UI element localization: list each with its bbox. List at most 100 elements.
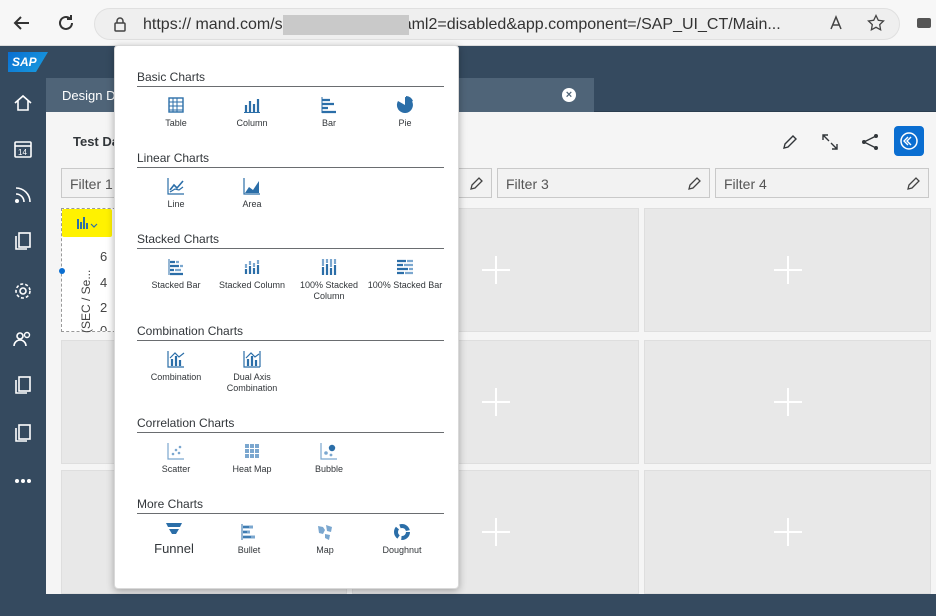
option-label: Stacked Bar xyxy=(151,280,201,290)
filter-3[interactable]: Filter 3 xyxy=(497,168,710,198)
full-stacked-bar-icon xyxy=(397,259,413,275)
section-title: Linear Charts xyxy=(137,151,210,165)
option-label: Table xyxy=(165,118,187,128)
filter-label: Filter 1 xyxy=(70,176,113,192)
chart-option-column[interactable]: Column xyxy=(212,96,292,129)
add-icon[interactable] xyxy=(773,388,802,416)
edit-pencil-icon[interactable] xyxy=(906,175,922,196)
bullet-chart-icon xyxy=(241,524,255,540)
close-icon[interactable]: × xyxy=(562,88,576,102)
users-icon[interactable] xyxy=(8,324,38,354)
empty-tile[interactable] xyxy=(644,340,931,464)
read-aloud-icon[interactable] xyxy=(824,9,852,37)
y-tick: 4 xyxy=(100,275,108,290)
chart-option-bullet[interactable]: Bullet xyxy=(209,523,289,556)
back-arrow-icon[interactable] xyxy=(8,9,36,37)
section-title: Correlation Charts xyxy=(137,416,235,430)
more-options-icon[interactable] xyxy=(8,466,38,496)
chart-option-scatter[interactable]: Scatter xyxy=(136,442,216,475)
feed-icon[interactable] xyxy=(8,180,38,210)
copy-icon[interactable] xyxy=(8,370,38,400)
chart-option-table[interactable]: Table xyxy=(136,96,216,129)
fullscreen-icon[interactable] xyxy=(816,128,844,156)
footer-bar xyxy=(0,594,936,616)
filter-label: Filter 4 xyxy=(724,176,767,192)
pie-chart-icon xyxy=(396,96,413,113)
chart-option-100-stacked-column[interactable]: 100% Stacked Column xyxy=(289,258,369,302)
chart-option-bubble[interactable]: Bubble xyxy=(289,442,369,475)
refresh-icon[interactable] xyxy=(52,9,80,37)
chart-option-stacked-column[interactable]: Stacked Column xyxy=(212,258,292,291)
add-icon[interactable] xyxy=(481,388,510,416)
option-label: Funnel xyxy=(154,541,194,556)
extension-icon[interactable] xyxy=(912,9,936,37)
section-title: Stacked Charts xyxy=(137,232,220,246)
edit-pencil-icon[interactable] xyxy=(687,175,703,196)
full-stacked-column-icon xyxy=(321,259,337,275)
dual-axis-combination-icon xyxy=(243,351,261,368)
divider xyxy=(137,513,444,514)
edit-pencil-icon[interactable] xyxy=(469,175,485,196)
chart-type-button[interactable] xyxy=(62,209,112,237)
chart-option-100-stacked-bar[interactable]: 100% Stacked Bar xyxy=(365,258,445,291)
filter-4[interactable]: Filter 4 xyxy=(715,168,929,198)
browser-toolbar: https:// mand.com/sap/ap/ui/clogin?saml2… xyxy=(0,0,936,46)
bar-chart-icon xyxy=(321,97,336,114)
chart-option-stacked-bar[interactable]: Stacked Bar xyxy=(136,258,216,291)
option-label: Dual Axis Combination xyxy=(226,372,278,393)
add-icon[interactable] xyxy=(481,518,510,546)
share-icon[interactable] xyxy=(856,128,884,156)
add-icon[interactable] xyxy=(773,256,802,284)
page-title: Test Da xyxy=(73,134,119,149)
calendar-icon[interactable]: 14 xyxy=(8,134,38,164)
address-bar[interactable]: https:// mand.com/sap/ap/ui/clogin?saml2… xyxy=(94,8,900,40)
chart-option-line[interactable]: Line xyxy=(136,177,216,210)
option-label: Map xyxy=(316,545,334,555)
add-icon[interactable] xyxy=(481,256,510,284)
scatter-chart-icon xyxy=(167,443,184,460)
settings-gear-icon[interactable] xyxy=(8,276,38,306)
chart-option-doughnut[interactable]: Doughnut xyxy=(362,523,442,556)
add-icon[interactable] xyxy=(773,518,802,546)
option-label: Bar xyxy=(321,118,336,128)
lock-icon xyxy=(113,16,127,37)
resize-handle[interactable] xyxy=(59,268,65,274)
documents-icon[interactable] xyxy=(8,226,38,256)
edit-pencil-icon[interactable] xyxy=(776,128,804,156)
pages-icon[interactable] xyxy=(8,418,38,448)
option-label: Stacked Column xyxy=(218,280,286,290)
empty-tile[interactable] xyxy=(644,208,931,332)
option-label: Area xyxy=(242,199,262,209)
chart-option-heat-map[interactable]: Heat Map xyxy=(212,442,292,475)
y-tick: 0 xyxy=(100,323,108,331)
map-icon xyxy=(318,525,332,540)
url-text: https:// mand.com/sap/ap/ui/clogin?saml2… xyxy=(143,16,781,33)
option-label: Column xyxy=(236,118,268,128)
filter-label: Filter 3 xyxy=(506,176,549,192)
y-tick: 6 xyxy=(100,249,108,264)
y-axis-label: (SEC / Se... xyxy=(79,269,93,333)
option-label: Pie xyxy=(398,118,412,128)
svg-text:14: 14 xyxy=(18,148,27,157)
combination-chart-icon xyxy=(167,351,185,368)
doughnut-chart-icon xyxy=(394,524,410,540)
empty-tile[interactable] xyxy=(644,470,931,594)
option-label: Bubble xyxy=(314,464,344,474)
sap-logo[interactable]: SAP xyxy=(8,52,48,72)
chart-option-dual-axis-combination[interactable]: Dual Axis Combination xyxy=(212,350,292,394)
chart-option-pie[interactable]: Pie xyxy=(365,96,445,129)
chart-option-area[interactable]: Area xyxy=(212,177,292,210)
favorite-star-icon[interactable] xyxy=(862,9,890,37)
chart-option-bar[interactable]: Bar xyxy=(289,96,369,129)
option-label: Scatter xyxy=(161,464,191,474)
chart-option-funnel[interactable]: Funnel xyxy=(134,521,214,556)
chart-option-combination[interactable]: Combination xyxy=(136,350,216,383)
divider xyxy=(137,340,444,341)
column-chart-icon xyxy=(244,99,260,113)
chart-option-map[interactable]: Map xyxy=(285,523,365,556)
home-icon[interactable] xyxy=(8,88,38,118)
section-title: More Charts xyxy=(137,497,204,511)
line-chart-icon xyxy=(167,178,184,195)
selected-chart-tile[interactable]: 6 4 2 0 (SEC / Se... xyxy=(59,208,121,333)
collapse-panel-icon[interactable] xyxy=(894,126,924,156)
